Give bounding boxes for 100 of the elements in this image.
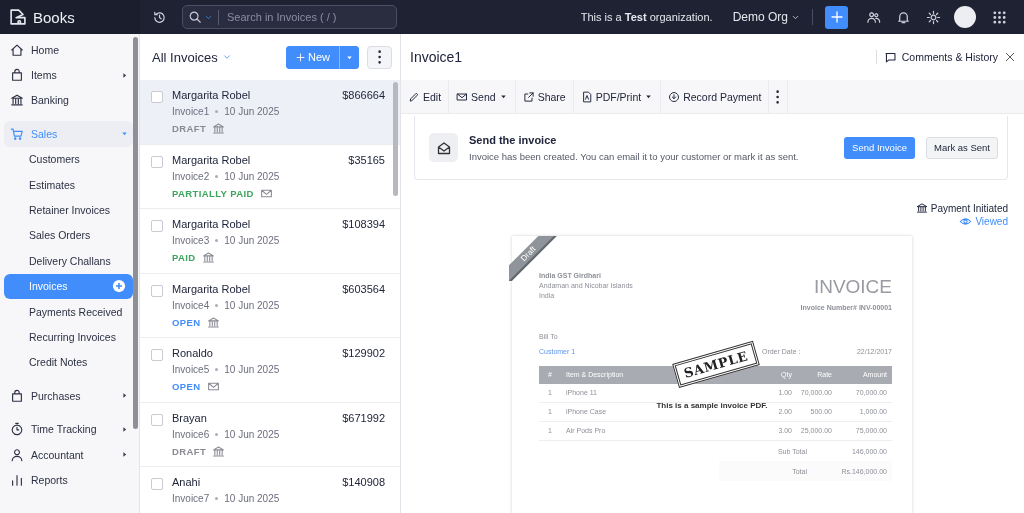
person-icon	[10, 447, 24, 462]
more-icon	[776, 89, 780, 104]
checkbox[interactable]	[151, 478, 163, 490]
more-icon	[377, 50, 382, 64]
sidebar-item[interactable]: Reports	[4, 467, 133, 493]
comments-history-button[interactable]: Comments & History	[883, 50, 998, 64]
sidebar-item[interactable]: Time Tracking	[4, 416, 133, 442]
invoice-row[interactable]: Margarita Robel $603564 Invoice4 10 Jun 2025 OPEN	[140, 273, 400, 338]
invoice-date: 10 Jun 2025	[224, 299, 280, 311]
bank-icon	[10, 93, 24, 108]
checkbox[interactable]	[151, 91, 163, 103]
invoice-number: Invoice4	[172, 299, 210, 311]
status-label: OPEN	[172, 381, 201, 392]
share-icon	[522, 90, 535, 103]
customer-name: Ronaldo	[172, 347, 213, 359]
add-button[interactable]	[825, 5, 848, 29]
checkbox[interactable]	[151, 220, 163, 232]
cart-icon	[10, 126, 24, 141]
search-icon	[188, 10, 202, 24]
pencil-icon	[408, 90, 420, 103]
invoice-date: 10 Jun 2025	[224, 428, 280, 440]
status-label: DRAFT	[172, 445, 207, 457]
invoice-date: 10 Jun 2025	[224, 364, 280, 375]
organization-menu[interactable]: Demo Org	[732, 10, 800, 24]
sidebar-item[interactable]: Customers	[4, 146, 133, 172]
chevron-icon	[221, 52, 232, 62]
toolbar-button[interactable]: Send	[449, 80, 516, 113]
avatar[interactable]	[954, 6, 976, 28]
customer-name: Anahi	[172, 476, 201, 488]
caret-icon	[120, 450, 129, 460]
logo-icon	[8, 7, 28, 27]
bag-icon	[10, 388, 24, 403]
invoice-amount: $671992	[342, 411, 385, 424]
document-icon	[580, 90, 593, 103]
invoice-row[interactable]: Margarita Robel $108394 Invoice3 10 Jun 2025 PAID	[140, 209, 400, 274]
invoice-date: 10 Jun 2025	[224, 170, 280, 182]
sidebar-item[interactable]: Recurring Invoices	[4, 324, 133, 350]
scrollbar[interactable]	[393, 82, 398, 196]
mail-icon	[456, 90, 469, 103]
bank-icon	[212, 444, 226, 458]
checkbox[interactable]	[151, 284, 163, 297]
bank-icon	[206, 315, 220, 329]
eye-icon	[959, 215, 973, 228]
checkbox[interactable]	[151, 413, 163, 426]
invoice-row[interactable]: Margarita Robel $866664 Invoice1 10 Jun 2025 DRAFT	[140, 80, 400, 145]
add-icon[interactable]	[112, 279, 126, 294]
search-field[interactable]: Search in Invoices ( / )	[225, 10, 389, 24]
more-button[interactable]	[367, 45, 392, 69]
toolbar-button[interactable]: Share	[515, 80, 574, 113]
history-button[interactable]	[152, 9, 167, 25]
invoice-number: Invoice6	[172, 428, 210, 440]
card-text: Invoice has been created. You can email it to your customer or mark it as sent.	[469, 150, 800, 162]
toolbar-button[interactable]: Record Payment	[661, 80, 770, 113]
caret-icon	[120, 70, 129, 80]
bank-icon	[201, 251, 215, 264]
toolbar-button[interactable]: PDF/Print	[573, 80, 662, 113]
sidebar-item[interactable]: Estimates	[4, 171, 133, 198]
invoice-row[interactable]: Ronaldo $129902 Invoice5 10 Jun 2025 OPEN	[140, 338, 400, 403]
new-dropdown-button[interactable]	[339, 45, 359, 69]
payment-icon	[668, 90, 681, 103]
invoice-title: Invoice1	[410, 49, 463, 65]
sidebar-item[interactable]: Credit Notes	[4, 349, 133, 376]
sidebar-item[interactable]: Items	[4, 62, 133, 88]
sidebar-item[interactable]: Home	[4, 37, 133, 63]
customer-name: Margarita Robel	[172, 282, 251, 295]
bag-icon	[10, 68, 24, 83]
customer-name: Margarita Robel	[172, 89, 251, 101]
sidebar-item[interactable]: Payments Received	[4, 298, 133, 325]
home-icon	[10, 42, 24, 57]
speech-bubble-icon	[883, 50, 897, 64]
customer-name: Margarita Robel	[172, 153, 251, 166]
invoice-amount: $35165	[348, 153, 385, 166]
search-box[interactable]: Search in Invoices ( / )	[182, 5, 397, 29]
toolbar-button[interactable]: Edit	[401, 80, 450, 113]
sidebar-item[interactable]: Retainer Invoices	[4, 197, 133, 223]
history-icon	[152, 9, 167, 25]
checkbox[interactable]	[151, 155, 163, 168]
checkbox[interactable]	[151, 349, 163, 361]
invoice-row[interactable]: Brayan $671992 Invoice6 10 Jun 2025 DRAFT	[140, 402, 400, 467]
sidebar-item[interactable]: Accountant	[4, 441, 133, 468]
invoice-row[interactable]: Anahi $140908 Invoice7 10 Jun 2025	[140, 467, 400, 513]
sidebar-item[interactable]: Banking	[4, 87, 133, 114]
plus-icon	[295, 51, 306, 63]
organization-notice: This is a Test organization.	[580, 11, 713, 23]
close-button[interactable]	[1004, 51, 1016, 63]
sidebar-item[interactable]: Purchases	[4, 383, 133, 409]
sample-note: This is a sample invoice PDF.	[655, 401, 769, 410]
invoice-number: Invoice5	[172, 364, 210, 375]
scrollbar[interactable]	[133, 37, 138, 429]
invoice-number: Invoice7	[172, 493, 210, 504]
caret-icon	[120, 391, 129, 401]
customer-name: Brayan	[172, 411, 207, 424]
view-selector[interactable]: All Invoices	[152, 49, 232, 65]
sidebar-item[interactable]: Sales Orders	[4, 222, 133, 249]
bank-icon	[212, 122, 226, 135]
invoice-date: 10 Jun 2025	[224, 235, 280, 246]
sidebar-item[interactable]: Delivery Challans	[4, 248, 133, 274]
app-name: Books	[33, 8, 75, 26]
mark-as-sent-button[interactable]: Mark as Sent	[926, 136, 998, 159]
chart-icon	[10, 472, 24, 487]
